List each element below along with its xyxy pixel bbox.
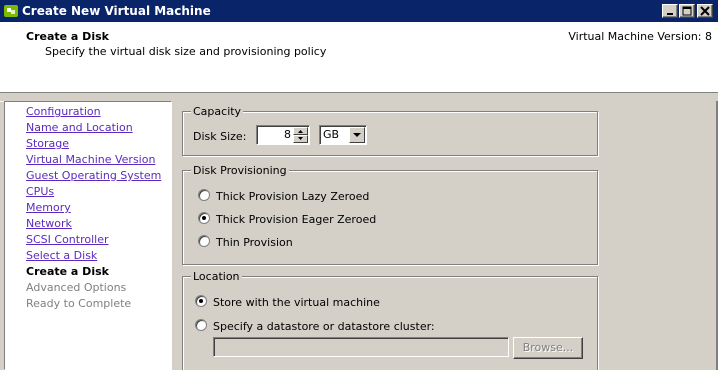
radio-selected-dot [199, 299, 203, 303]
disk-provisioning-group: Disk Provisioning Thick Provision Lazy Z… [182, 164, 598, 265]
disk-size-unit-select[interactable]: GB [319, 125, 367, 145]
radio-selected-dot [202, 216, 206, 220]
store-with-vm-radio[interactable] [195, 295, 207, 307]
page-subtitle: Specify the virtual disk size and provis… [45, 45, 327, 58]
spin-down-icon [298, 137, 303, 140]
location-legend: Location [191, 270, 242, 283]
vmware-logo-icon [4, 5, 18, 17]
vm-version-label: Virtual Machine Version: 8 [568, 30, 712, 43]
disk-provisioning-legend: Disk Provisioning [191, 164, 289, 177]
thick-lazy-zeroed-label[interactable]: Thick Provision Lazy Zeroed [216, 190, 369, 203]
minimize-icon [667, 13, 673, 15]
store-with-vm-label[interactable]: Store with the virtual machine [213, 296, 380, 309]
close-icon [700, 6, 710, 16]
main-panel: Capacity Disk Size: 8 GB Disk Provisioni… [172, 101, 718, 370]
thin-provision-radio[interactable] [198, 235, 210, 247]
datastore-field [213, 337, 509, 357]
nav-item-memory[interactable]: Memory [26, 201, 71, 214]
thick-eager-zeroed-radio[interactable] [198, 212, 210, 224]
nav-item-vm-version[interactable]: Virtual Machine Version [26, 153, 155, 166]
maximize-button[interactable] [679, 4, 695, 18]
minimize-button[interactable] [662, 4, 678, 18]
location-group: Location Store with the virtual machine … [182, 270, 598, 370]
disk-size-value: 8 [284, 128, 291, 141]
nav-item-advanced-options: Advanced Options [26, 281, 127, 294]
specify-datastore-radio[interactable] [195, 319, 207, 331]
nav-item-storage[interactable]: Storage [26, 137, 69, 150]
thick-eager-zeroed-label[interactable]: Thick Provision Eager Zeroed [216, 213, 376, 226]
disk-size-unit-value: GB [323, 128, 340, 141]
specify-datastore-label[interactable]: Specify a datastore or datastore cluster… [213, 320, 435, 333]
thick-lazy-zeroed-radio[interactable] [198, 189, 210, 201]
spin-up-icon [298, 130, 303, 133]
wizard-steps-nav: Configuration Name and Location Storage … [4, 101, 172, 370]
increment-button[interactable] [293, 127, 308, 135]
disk-size-stepper[interactable]: 8 [256, 125, 310, 145]
nav-item-create-a-disk: Create a Disk [26, 265, 109, 278]
nav-item-guest-os[interactable]: Guest Operating System [26, 169, 161, 182]
decrement-button[interactable] [293, 135, 308, 143]
disk-size-label: Disk Size: [193, 130, 247, 143]
dropdown-button[interactable] [349, 127, 365, 143]
nav-item-name-and-location[interactable]: Name and Location [26, 121, 133, 134]
nav-item-ready-to-complete: Ready to Complete [26, 297, 132, 310]
page-title: Create a Disk [26, 30, 109, 43]
capacity-legend: Capacity [191, 105, 244, 118]
nav-item-network[interactable]: Network [26, 217, 72, 230]
close-button[interactable] [697, 4, 713, 18]
capacity-group: Capacity Disk Size: 8 GB [182, 105, 598, 156]
nav-item-configuration[interactable]: Configuration [26, 105, 101, 118]
title-bar[interactable]: Create New Virtual Machine [0, 0, 718, 22]
nav-item-cpus[interactable]: CPUs [26, 185, 54, 198]
wizard-header: Create a Disk Specify the virtual disk s… [0, 22, 718, 93]
thin-provision-label[interactable]: Thin Provision [216, 236, 293, 249]
nav-item-scsi-controller[interactable]: SCSI Controller [26, 233, 109, 246]
window-title: Create New Virtual Machine [22, 4, 211, 18]
chevron-down-icon [353, 133, 361, 137]
browse-button: Browse... [513, 337, 583, 359]
browse-button-label: Browse... [522, 341, 574, 354]
maximize-icon [682, 6, 692, 16]
nav-item-select-a-disk[interactable]: Select a Disk [26, 249, 97, 262]
